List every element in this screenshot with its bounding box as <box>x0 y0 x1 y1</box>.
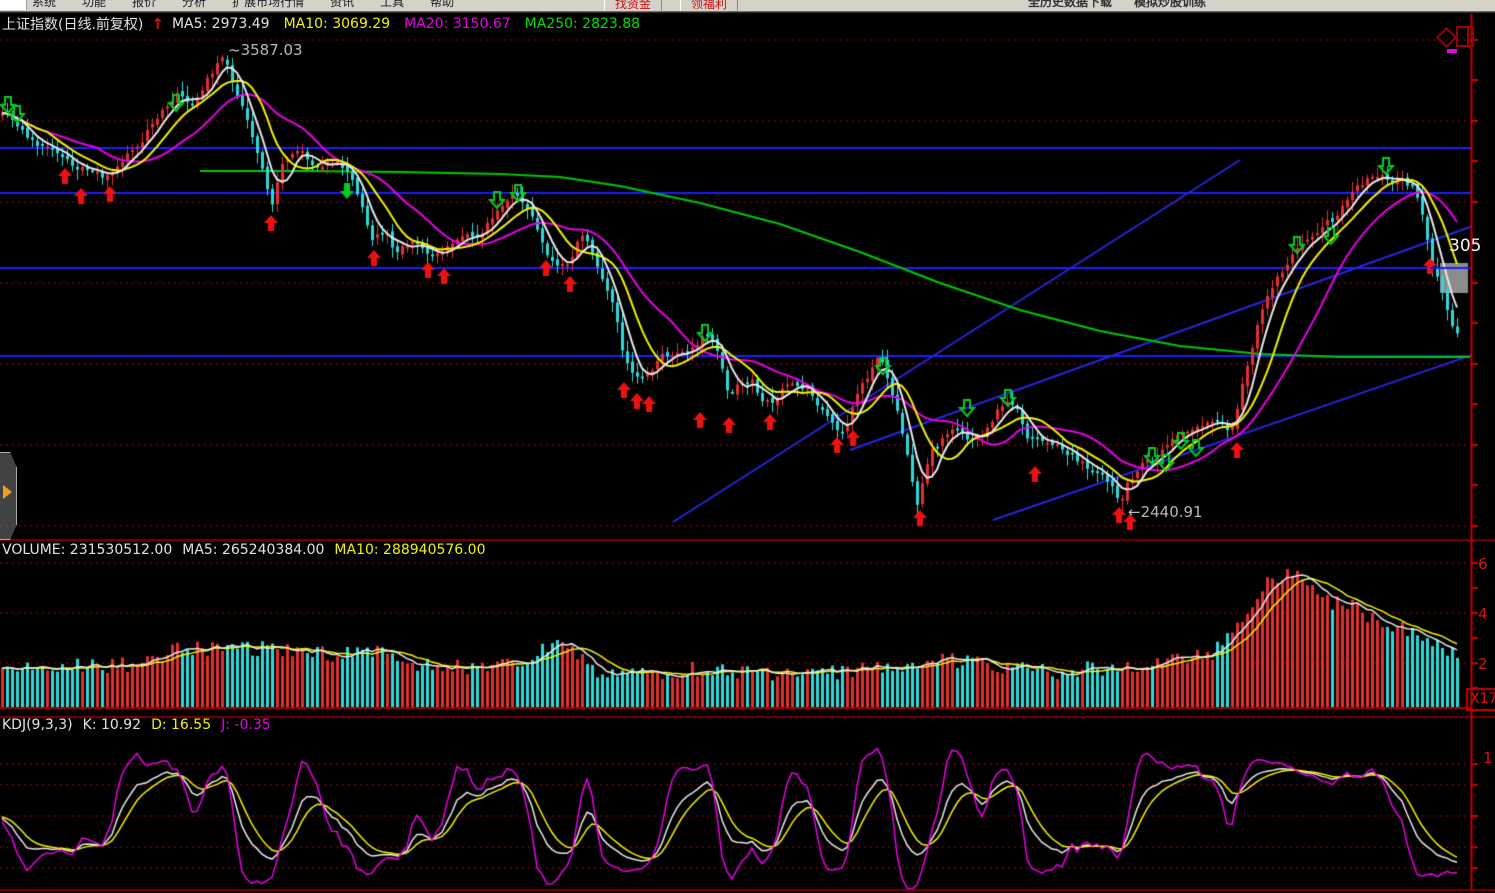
menu-item-5[interactable]: 资讯 <box>330 0 354 10</box>
top-menubar[interactable]: 系统 功能 报价 分析 扩展市场行情 资讯 工具 帮助 找资金 领福利 全历史数据下载 模拟炒股训… <box>0 0 1495 12</box>
volume-header-seg-0: VOLUME: 231530512.00 <box>2 542 172 558</box>
main-chart-header: 上证指数(日线.前复权) ↑ MA5: 2973.49 MA10: 3069.29… <box>2 14 640 34</box>
menu-item-6[interactable]: 工具 <box>380 0 404 10</box>
window-menu-icon[interactable] <box>0 0 27 10</box>
kdj-axis-label: 1 <box>1483 749 1493 767</box>
chart-canvas[interactable] <box>0 0 1495 893</box>
magenta-marker-icon <box>1447 49 1457 53</box>
trading-terminal: 系统 功能 报价 分析 扩展市场行情 资讯 工具 帮助 找资金 领福利 全历史数据下载 模拟炒股训… <box>0 0 1495 893</box>
volume-axis-label-1: 4 <box>1478 605 1488 623</box>
split-window-icon[interactable] <box>1456 26 1474 47</box>
kdj-header-seg-2: D: 16.55 <box>151 717 211 733</box>
trough-price-annotation: ←2440.91 <box>1128 503 1203 521</box>
volume-header-seg-1: MA5: 265240384.00 <box>182 542 324 558</box>
ma-label-0: MA5: 2973.49 <box>172 16 270 32</box>
volume-axis-label-2: 2 <box>1478 655 1488 673</box>
volume-scale-label: X17 <box>1470 691 1495 707</box>
menu-item-2[interactable]: 报价 <box>132 0 156 10</box>
menu-item-0[interactable]: 系统 <box>32 0 56 10</box>
window-split-line <box>1467 28 1469 45</box>
ma-label-2: MA20: 3150.67 <box>404 16 511 32</box>
ma-label-1: MA10: 3069.29 <box>284 16 391 32</box>
menubar-right-items: 全历史数据下载 模拟炒股训练 <box>1028 0 1206 10</box>
promo-buttons: 找资金 领福利 <box>604 0 738 12</box>
up-trend-icon: ↑ <box>151 15 164 33</box>
ma-label-3: MA250: 2823.88 <box>525 16 640 32</box>
current-price-label: 305 <box>1449 236 1481 256</box>
menu-item-4[interactable]: 扩展市场行情 <box>232 0 304 10</box>
volume-pane-header: VOLUME: 231530512.00 MA5: 265240384.00 MA1… <box>2 542 485 558</box>
kdj-pane-header: KDJ(9,3,3) K: 10.92 D: 16.55 J: -0.35 <box>2 717 271 733</box>
menu-item-7[interactable]: 帮助 <box>430 0 454 10</box>
menubar-right-item-0[interactable]: 全历史数据下载 <box>1028 0 1112 10</box>
volume-header-seg-2: MA10: 288940576.00 <box>334 542 485 558</box>
ma-values: MA5: 2973.49 MA10: 3069.29 MA20: 3150.67 MA… <box>172 16 640 32</box>
promo-button-1[interactable]: 领福利 <box>680 0 738 12</box>
kdj-header-seg-0: KDJ(9,3,3) <box>2 717 73 733</box>
peak-price-annotation: ~3587.03 <box>228 41 303 59</box>
kdj-header-seg-1: K: 10.92 <box>83 717 141 733</box>
menu-items: 系统 功能 报价 分析 扩展市场行情 资讯 工具 帮助 <box>32 0 454 10</box>
sidebar-flyout-handle[interactable] <box>0 452 17 540</box>
kdj-header-seg-3: J: -0.35 <box>221 717 271 733</box>
volume-axis-label-0: 6 <box>1478 555 1488 573</box>
menu-item-1[interactable]: 功能 <box>82 0 106 10</box>
menubar-right-item-1[interactable]: 模拟炒股训练 <box>1134 0 1206 10</box>
expand-arrow-icon <box>3 485 12 499</box>
menu-item-3[interactable]: 分析 <box>182 0 206 10</box>
instrument-title: 上证指数(日线.前复权) <box>2 14 143 34</box>
promo-button-0[interactable]: 找资金 <box>604 0 662 12</box>
